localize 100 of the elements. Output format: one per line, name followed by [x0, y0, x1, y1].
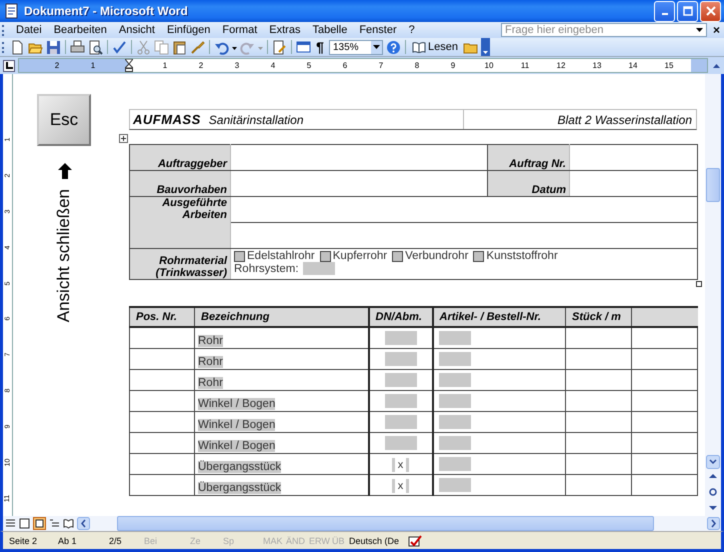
checkbox[interactable]: [320, 250, 331, 262]
help-search-field[interactable]: Frage hier eingeben: [500, 23, 707, 37]
status-item: ÄND: [286, 536, 306, 546]
menu-item[interactable]: Ansicht: [114, 24, 159, 36]
status-item: Sp: [223, 536, 236, 546]
input-field[interactable]: [438, 352, 470, 366]
menu-item[interactable]: Fenster: [355, 24, 401, 36]
menu-item[interactable]: Einfügen: [162, 24, 214, 36]
status-item: Seite 2: [9, 536, 38, 546]
outline-view-icon[interactable]: [49, 518, 60, 529]
sheet-label: Blatt 2 Wasserinstallation: [556, 112, 693, 126]
input-field[interactable]: [230, 222, 698, 248]
field-label: Rohrmaterial (Trinkwasser): [156, 255, 227, 279]
page-pencil-icon[interactable]: [272, 40, 287, 54]
web-view-icon[interactable]: [19, 518, 30, 529]
ruler-number: 11: [520, 60, 530, 72]
table-cell: [632, 412, 698, 432]
tab-stop-selector[interactable]: [3, 60, 15, 72]
menu-item[interactable]: Datei: [12, 24, 46, 36]
checkbox[interactable]: [473, 250, 484, 262]
book-icon: [412, 41, 426, 53]
help-icon[interactable]: [386, 40, 401, 54]
input-field[interactable]: [230, 144, 488, 170]
browse-object-icon[interactable]: [709, 488, 717, 496]
reading-view-icon[interactable]: [63, 518, 74, 529]
input-field[interactable]: [438, 457, 470, 471]
input-field[interactable]: [384, 436, 416, 450]
scroll-down-button[interactable]: [706, 455, 720, 469]
caret-up-icon: [712, 64, 720, 68]
input-field[interactable]: [438, 331, 470, 345]
ruler-number: 2: [54, 60, 60, 72]
ruler-number: 1: [162, 60, 168, 72]
ruler-number: 5: [306, 60, 312, 72]
input-field[interactable]: [384, 394, 416, 408]
field-label: Auftraggeber: [158, 158, 227, 170]
read-button[interactable]: Lesen: [410, 41, 460, 53]
form-title: AUFMASS: [133, 112, 201, 127]
field-label: Bauvorhaben: [156, 184, 227, 196]
print-preview-icon[interactable]: [88, 40, 103, 54]
brush-icon[interactable]: [190, 40, 205, 54]
input-field[interactable]: [302, 262, 335, 275]
scrollbar-thumb[interactable]: [706, 168, 720, 202]
checkbox[interactable]: [392, 250, 404, 262]
normal-view-icon[interactable]: [5, 518, 16, 529]
clipboard-icon[interactable]: [172, 40, 187, 54]
resize-handle-icon[interactable]: [696, 281, 702, 287]
status-item: Deutsch (De: [349, 536, 400, 546]
checkbox-label: Edelstahlrohr: [247, 250, 315, 262]
indent-marker-icon[interactable]: [125, 59, 133, 72]
input-field[interactable]: [570, 144, 698, 170]
window-icon[interactable]: [296, 40, 311, 54]
table-cell: Rohr: [198, 356, 223, 368]
input-field[interactable]: [438, 478, 470, 492]
printer-icon[interactable]: [70, 40, 85, 54]
toolbar-options-button[interactable]: [480, 38, 490, 56]
menu-item[interactable]: ?: [404, 24, 419, 36]
table-cell: [632, 432, 698, 454]
scrollbar-thumb[interactable]: [117, 516, 654, 531]
table-cell: [632, 327, 698, 348]
ruler-number: 7: [378, 60, 384, 72]
ruler-number: 14: [628, 60, 638, 72]
close-view-label[interactable]: Ansicht schließen: [54, 189, 74, 322]
checkbox[interactable]: [234, 250, 245, 262]
field-label: Datum: [532, 184, 566, 196]
form-subtitle: Sanitärinstallation: [208, 112, 304, 126]
close-document-button[interactable]: ×: [712, 23, 720, 37]
input-field[interactable]: [230, 170, 488, 196]
column-header: Pos. Nr.: [136, 311, 177, 323]
input-field[interactable]: [384, 373, 416, 387]
input-field[interactable]: [438, 394, 470, 408]
close-button[interactable]: [700, 0, 721, 22]
input-field[interactable]: [438, 373, 470, 387]
zoom-dropdown[interactable]: 135%: [329, 40, 383, 54]
input-field[interactable]: [384, 352, 416, 366]
maximize-button[interactable]: [677, 0, 698, 22]
spellcheck-icon[interactable]: [112, 40, 127, 54]
input-field[interactable]: [230, 196, 698, 222]
ruler-number: 6: [342, 60, 348, 72]
move-handle-icon[interactable]: [119, 134, 128, 143]
minimize-button[interactable]: [654, 0, 675, 22]
formatting-marks-button[interactable]: ¶: [314, 39, 326, 55]
input-field[interactable]: [384, 331, 416, 345]
print-layout-icon[interactable]: [33, 517, 46, 530]
input-field[interactable]: [384, 415, 416, 429]
zoom-value: 135%: [333, 42, 359, 52]
scroll-right-button[interactable]: [707, 517, 720, 530]
ruler-number: 12: [556, 60, 566, 72]
chevron-down-icon: [482, 51, 488, 54]
input-field[interactable]: [570, 170, 698, 196]
menu-item[interactable]: Tabelle: [308, 24, 352, 36]
input-field[interactable]: [438, 436, 470, 450]
scroll-left-button[interactable]: [77, 517, 90, 530]
esc-button[interactable]: Esc: [37, 94, 91, 146]
menu-item[interactable]: Extras: [265, 24, 304, 36]
table-cell: Winkel / Bogen: [198, 398, 276, 410]
menu-item[interactable]: Format: [218, 24, 262, 36]
field-label: Ausgeführte Arbeiten: [162, 197, 227, 221]
ruler-number: 9: [450, 60, 456, 72]
input-field[interactable]: [438, 415, 470, 429]
menu-item[interactable]: Bearbeiten: [50, 24, 111, 36]
